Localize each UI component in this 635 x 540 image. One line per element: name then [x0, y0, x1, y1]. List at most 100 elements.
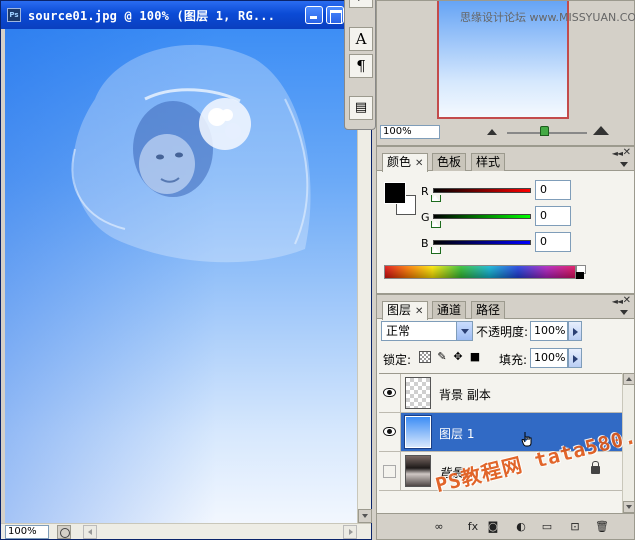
foreground-color-swatch[interactable]	[384, 182, 406, 204]
tool-strip: ⁄ A ¶ ▤	[344, 0, 376, 130]
green-value-field[interactable]: 0	[535, 206, 571, 226]
zoom-level-field[interactable]: 100%	[5, 525, 49, 539]
tab-layers-label: 图层	[387, 303, 412, 317]
green-channel-slider[interactable]	[433, 214, 531, 219]
adjustment-layer-icon[interactable]: ◐	[515, 521, 527, 533]
arrow-down-icon	[626, 505, 632, 509]
fill-label: 填充:	[499, 353, 528, 367]
document-title: source01.jpg @ 100% (图层 1, RG...	[28, 9, 276, 23]
color-spectrum-bar[interactable]	[384, 265, 576, 279]
status-bar: 100%	[1, 523, 371, 539]
close-tab-icon[interactable]: ✕	[415, 155, 423, 172]
status-info-button[interactable]	[57, 525, 71, 539]
zoom-in-icon[interactable]	[593, 126, 609, 135]
tab-swatches-label: 色板	[437, 155, 462, 169]
tab-styles-label: 样式	[476, 155, 501, 169]
eye-icon	[383, 427, 396, 436]
brush-tool-button[interactable]: ⁄	[349, 0, 373, 8]
red-channel-slider[interactable]	[433, 188, 531, 193]
layer-name: 背景 副本	[439, 388, 491, 402]
scroll-up-button[interactable]	[623, 373, 635, 385]
fill-slider-button[interactable]	[568, 348, 582, 368]
visibility-toggle[interactable]	[379, 413, 401, 451]
green-slider-thumb[interactable]	[431, 221, 441, 228]
minimize-button[interactable]	[305, 6, 323, 24]
opacity-label: 不透明度:	[476, 325, 529, 339]
panel-menu-icon[interactable]	[620, 307, 630, 315]
red-slider-thumb[interactable]	[431, 195, 441, 202]
lock-all-icon[interactable]: ■	[469, 351, 481, 363]
text-a-icon: A	[355, 30, 367, 48]
eye-icon	[383, 388, 396, 397]
black-white-swatches[interactable]	[576, 265, 586, 279]
maximize-button[interactable]	[326, 6, 344, 24]
blue-channel-slider[interactable]	[433, 240, 531, 245]
tab-color[interactable]: 颜色 ✕	[382, 153, 429, 172]
blue-channel-label: B	[421, 237, 429, 250]
brush-icon: ⁄	[350, 0, 372, 4]
green-channel-label: G	[421, 211, 430, 224]
document-window: Ps source01.jpg @ 100% (图层 1, RG... 100%	[0, 0, 372, 540]
red-value-field[interactable]: 0	[535, 180, 571, 200]
blue-slider-thumb[interactable]	[431, 247, 441, 254]
blue-value-field[interactable]: 0	[535, 232, 571, 252]
tab-channels[interactable]: 通道	[432, 301, 467, 319]
scroll-right-button[interactable]	[343, 525, 357, 539]
layer-thumbnail	[405, 377, 431, 409]
visibility-toggle[interactable]	[379, 452, 401, 490]
fill-field[interactable]: 100%	[530, 348, 568, 368]
document-title-bar[interactable]: Ps source01.jpg @ 100% (图层 1, RG...	[1, 1, 371, 29]
blend-mode-value: 正常	[386, 324, 411, 338]
visibility-toggle[interactable]	[379, 374, 401, 412]
lock-icon	[591, 461, 600, 474]
link-layers-icon[interactable]: ∞	[433, 521, 445, 533]
scroll-down-button[interactable]	[623, 501, 635, 513]
paragraph-icon: ¶	[356, 57, 366, 75]
new-layer-icon[interactable]: ⊡	[569, 521, 581, 533]
tab-styles[interactable]: 样式	[471, 153, 506, 171]
layer-row-background-copy[interactable]: 背景 副本	[379, 374, 622, 413]
opacity-field[interactable]: 100%	[530, 321, 568, 341]
layer-name: 图层 1	[439, 427, 475, 441]
lock-label: 锁定:	[383, 353, 412, 367]
layer-style-icon[interactable]: fx	[467, 521, 479, 533]
character-panel-button[interactable]: A	[349, 27, 373, 51]
color-panel: 颜色 ✕ 色板 样式 ◄◄ ✕ R 0 G 0 B 0	[376, 146, 635, 294]
navigator-zoom-field[interactable]: 100%	[380, 125, 440, 139]
opacity-slider-button[interactable]	[568, 321, 582, 341]
close-panel-icon[interactable]: ✕	[623, 147, 631, 158]
lock-position-move-icon[interactable]: ✥	[452, 351, 464, 363]
delete-layer-trash-icon[interactable]: 🗑	[595, 521, 609, 533]
hidden-eye-box	[383, 465, 396, 478]
paragraph-panel-button[interactable]: ¶	[349, 54, 373, 78]
collapse-panel-icon[interactable]: ◄◄	[612, 149, 623, 158]
scroll-down-button[interactable]	[358, 509, 372, 523]
navigator-slider-thumb[interactable]	[540, 126, 549, 136]
arrow-down-icon	[362, 514, 368, 518]
photoshop-app-icon: Ps	[7, 8, 21, 22]
lock-transparency-icon[interactable]	[419, 351, 431, 363]
chevron-down-icon[interactable]	[456, 322, 472, 340]
panel-menu-icon[interactable]	[620, 159, 630, 167]
image-canvas[interactable]	[5, 29, 357, 523]
tab-paths[interactable]: 路径	[471, 301, 506, 319]
new-group-folder-icon[interactable]: ▭	[541, 521, 553, 533]
collapse-panel-icon[interactable]: ◄◄	[612, 297, 623, 306]
layers-panel: 图层 ✕ 通道 路径 ◄◄ ✕ 正常 不透明度: 100% 锁定: ✎ ✥ ■ 填…	[376, 294, 635, 540]
bride-veil-image	[71, 44, 311, 263]
arrow-up-icon	[626, 377, 632, 381]
close-tab-icon[interactable]: ✕	[415, 303, 423, 320]
layer-thumbnail	[405, 455, 431, 487]
tab-layers[interactable]: 图层 ✕	[382, 301, 429, 320]
layer-mask-icon[interactable]: ◙	[487, 521, 499, 533]
lock-image-brush-icon[interactable]: ✎	[436, 351, 448, 363]
layer-comps-button[interactable]: ▤	[349, 96, 373, 120]
zoom-out-icon[interactable]	[487, 129, 497, 135]
red-channel-label: R	[421, 185, 429, 198]
blend-mode-select[interactable]: 正常	[381, 321, 473, 341]
close-panel-icon[interactable]: ✕	[623, 295, 631, 306]
scroll-left-button[interactable]	[83, 525, 97, 539]
tab-color-label: 颜色	[387, 155, 412, 169]
color-panel-header: 颜色 ✕ 色板 样式 ◄◄ ✕	[377, 147, 634, 172]
tab-swatches[interactable]: 色板	[432, 153, 467, 171]
